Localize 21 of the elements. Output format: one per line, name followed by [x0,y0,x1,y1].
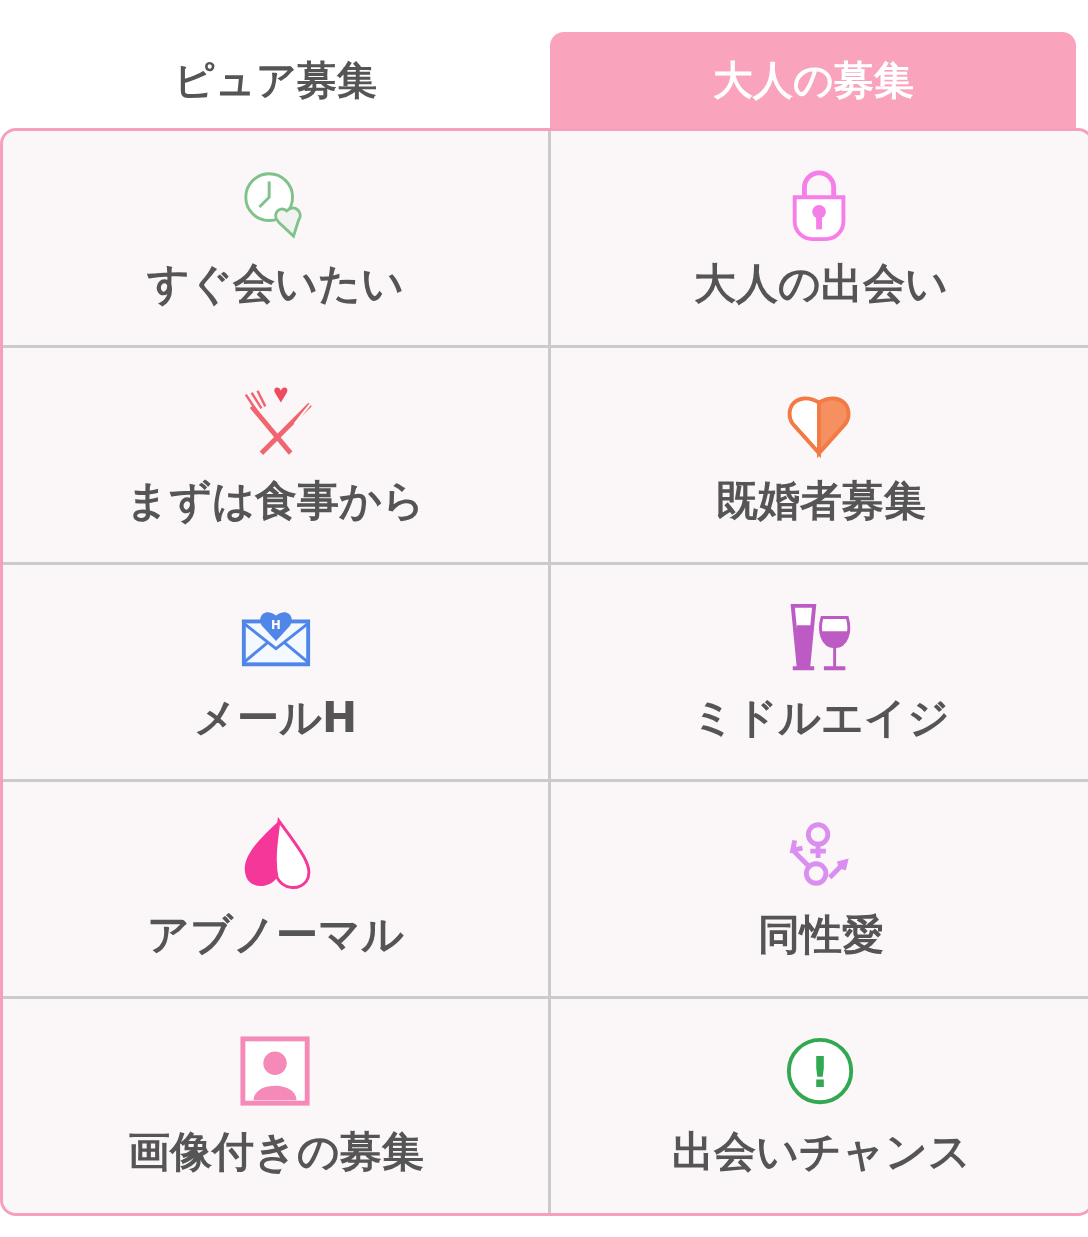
menu-label: メールH [193,692,358,744]
menu-label: 同性愛 [758,909,884,961]
tab[interactable]: ピュア募集 [0,32,550,128]
menu-label: 画像付きの募集 [127,1126,424,1178]
menu-item[interactable]: ! 出会いチャンス [551,999,1088,1213]
menu-label: アブノーマル [147,909,404,961]
menu-item[interactable]: 画像付きの募集 [3,999,548,1213]
menu-label: ミドルエイジ [692,692,950,744]
menu-item[interactable]: ミドルエイジ [551,565,1088,779]
menu-item[interactable]: H メールH [3,565,548,779]
menu-item[interactable]: アブノーマル [3,782,548,996]
menu-label: まずは食事から [126,475,425,527]
menu-label: すぐ会いたい [147,258,404,310]
menu-item[interactable]: まずは食事から [3,348,548,562]
menu-label: 出会いチャンス [671,1126,971,1178]
menu-label: 大人の出会い [694,258,948,310]
menu-item[interactable]: 同性愛 [551,782,1088,996]
menu-item[interactable]: 大人の出会い [551,131,1088,345]
menu-item[interactable]: 既婚者募集 [551,348,1088,562]
menu-label: 既婚者募集 [716,475,926,527]
menu-item[interactable]: すぐ会いたい [3,131,548,345]
